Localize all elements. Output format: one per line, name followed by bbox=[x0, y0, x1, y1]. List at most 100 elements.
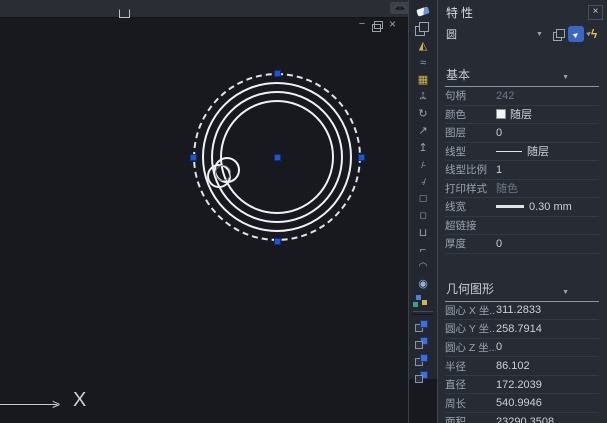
property-label: 句柄 bbox=[445, 88, 496, 103]
chamfer-icon[interactable]: ⌐ bbox=[409, 241, 437, 258]
property-label: 圆心 X 坐... bbox=[445, 303, 496, 318]
property-row-color: 颜色 随层 bbox=[445, 106, 599, 125]
property-value[interactable]: 258.7914 bbox=[496, 323, 599, 335]
ucs-x-axis-line bbox=[0, 404, 57, 405]
collapse-triangle-icon[interactable]: ▼ bbox=[562, 74, 569, 81]
property-row-circumference: 周长 540.9946 bbox=[445, 394, 599, 413]
lightning-icon: ϟ bbox=[591, 27, 597, 41]
property-value: 242 bbox=[496, 90, 599, 102]
grip-handle[interactable] bbox=[274, 70, 281, 77]
quick-select-icon[interactable]: ϟ bbox=[586, 26, 602, 42]
property-row-center-x: 圆心 X 坐... 311.2833 bbox=[445, 302, 599, 321]
property-label: 打印样式 bbox=[445, 181, 496, 196]
property-label: 面积 bbox=[445, 414, 496, 423]
copy-icon[interactable] bbox=[409, 20, 437, 37]
pickadd-toggle-icon[interactable] bbox=[550, 26, 566, 42]
property-value[interactable]: 86.102 bbox=[496, 360, 599, 372]
property-label: 图层 bbox=[445, 125, 496, 140]
property-value[interactable]: 311.2833 bbox=[496, 304, 599, 316]
section-basic-header[interactable]: 基本 ▼ bbox=[445, 64, 599, 87]
close-icon[interactable]: × bbox=[386, 17, 399, 31]
property-label: 超链接 bbox=[445, 218, 496, 233]
object-type-selector[interactable]: 圆 ▼ ► ϟ bbox=[438, 22, 607, 46]
property-row-hyperlink: 超链接 bbox=[445, 217, 599, 236]
modify-toolbar: ◭≈▦↔↻↗↥/--/▢◻⊔⌐◠◉ bbox=[409, 0, 437, 423]
section-geometry-header[interactable]: 几何图形 ▼ bbox=[445, 274, 599, 302]
extend-icon[interactable]: -/ bbox=[409, 173, 437, 190]
chevron-down-icon[interactable]: ▼ bbox=[536, 31, 543, 38]
grip-handle[interactable] bbox=[274, 154, 281, 161]
select-objects-icon[interactable]: ► bbox=[568, 26, 584, 42]
restore-icon[interactable] bbox=[372, 24, 381, 32]
property-row-linetype: 线型 随层 bbox=[445, 143, 599, 162]
properties-close-button[interactable]: × bbox=[588, 5, 603, 20]
property-value[interactable]: 23290.3508 bbox=[496, 416, 599, 423]
property-value[interactable]: 172.2039 bbox=[496, 379, 599, 391]
property-value[interactable]: 1 bbox=[496, 164, 599, 176]
join-icon[interactable]: ⊔ bbox=[409, 224, 437, 241]
property-row-linetype-scale: 线型比例 1 bbox=[445, 161, 599, 180]
property-row-center-z: 圆心 Z 坐... 0 bbox=[445, 339, 599, 358]
blend-curves-icon[interactable]: ◉ bbox=[409, 275, 437, 292]
break-icon[interactable]: ◻ bbox=[409, 207, 437, 224]
property-label: 圆心 Z 坐... bbox=[445, 340, 496, 355]
grip-handle[interactable] bbox=[358, 154, 365, 161]
draworder-front-icon[interactable] bbox=[409, 317, 437, 334]
array-icon[interactable]: ▦ bbox=[409, 71, 437, 88]
property-label: 半径 bbox=[445, 359, 496, 374]
draworder-back-icon[interactable] bbox=[409, 334, 437, 351]
property-value[interactable]: 随层 bbox=[496, 106, 599, 122]
property-row-area: 面积 23290.3508 bbox=[445, 413, 599, 423]
property-value[interactable]: 随层 bbox=[496, 143, 599, 159]
property-row-radius: 半径 86.102 bbox=[445, 357, 599, 376]
property-label: 厚度 bbox=[445, 236, 496, 251]
section-title: 基本 bbox=[446, 68, 470, 82]
property-label: 线型比例 bbox=[445, 162, 496, 177]
property-value[interactable]: 0 bbox=[496, 341, 599, 353]
grip-handle[interactable] bbox=[190, 154, 197, 161]
selector-buttons: ► ϟ bbox=[550, 26, 602, 42]
property-row-lineweight: 线宽 0.30 mm bbox=[445, 198, 599, 217]
drawing-canvas[interactable]: > X bbox=[0, 17, 408, 423]
properties-panel-title: 特性 bbox=[446, 4, 476, 21]
property-row-center-y: 圆心 Y 坐... 258.7914 bbox=[445, 320, 599, 339]
scale-icon[interactable]: ↗ bbox=[409, 122, 437, 139]
lineweight-sample-icon bbox=[496, 205, 524, 208]
property-row-plot-style: 打印样式 随色 bbox=[445, 180, 599, 199]
color-swatch bbox=[496, 109, 506, 119]
cursor-arrow-icon: ► bbox=[570, 28, 582, 40]
draworder-below-icon[interactable] bbox=[409, 368, 437, 385]
section-geometry: 几何图形 ▼ 圆心 X 坐... 311.2833 圆心 Y 坐... 258.… bbox=[438, 274, 607, 423]
property-value[interactable]: 0.30 mm bbox=[496, 201, 599, 213]
stretch-icon[interactable]: ↥ bbox=[409, 139, 437, 156]
erase-icon[interactable] bbox=[409, 3, 437, 20]
property-value[interactable]: 0 bbox=[496, 238, 599, 250]
grip-handle[interactable] bbox=[274, 238, 281, 245]
circle-entity[interactable] bbox=[215, 165, 231, 181]
section-title: 几何图形 bbox=[446, 282, 494, 296]
minimize-icon[interactable]: − bbox=[356, 18, 368, 30]
property-label: 颜色 bbox=[445, 107, 496, 122]
property-label: 周长 bbox=[445, 396, 496, 411]
move-icon[interactable]: ↔ bbox=[409, 88, 437, 105]
break-at-point-icon[interactable]: ▢ bbox=[409, 190, 437, 207]
property-label: 线宽 bbox=[445, 199, 496, 214]
property-value[interactable]: 540.9946 bbox=[496, 397, 599, 409]
collapse-triangle-icon[interactable]: ▼ bbox=[562, 289, 569, 296]
property-label: 直径 bbox=[445, 377, 496, 392]
properties-panel: 特性 × 圆 ▼ ► ϟ 基本 ▼ 句柄 242 颜色 随层 bbox=[437, 0, 607, 423]
trim-icon[interactable]: /- bbox=[409, 156, 437, 173]
property-row-layer: 图层 0 bbox=[445, 124, 599, 143]
rotate-icon[interactable]: ↻ bbox=[409, 105, 437, 122]
property-value: 随色 bbox=[496, 180, 599, 196]
properties-panel-titlebar: 特性 × bbox=[438, 0, 607, 22]
mirror-icon[interactable]: ◭ bbox=[409, 37, 437, 54]
property-label: 线型 bbox=[445, 144, 496, 159]
cad-application-window: ◀ ▶ > X − × ◭≈▦↔↻↗↥/--/▢◻⊔⌐◠◉ 特性 × 圆 ▼ ►… bbox=[0, 0, 607, 423]
draworder-above-icon[interactable] bbox=[409, 351, 437, 368]
fillet-icon[interactable]: ◠ bbox=[409, 258, 437, 275]
object-type-value: 圆 bbox=[446, 26, 457, 42]
property-value[interactable]: 0 bbox=[496, 127, 599, 139]
explode-icon[interactable] bbox=[409, 292, 437, 309]
offset-icon[interactable]: ≈ bbox=[409, 54, 437, 71]
